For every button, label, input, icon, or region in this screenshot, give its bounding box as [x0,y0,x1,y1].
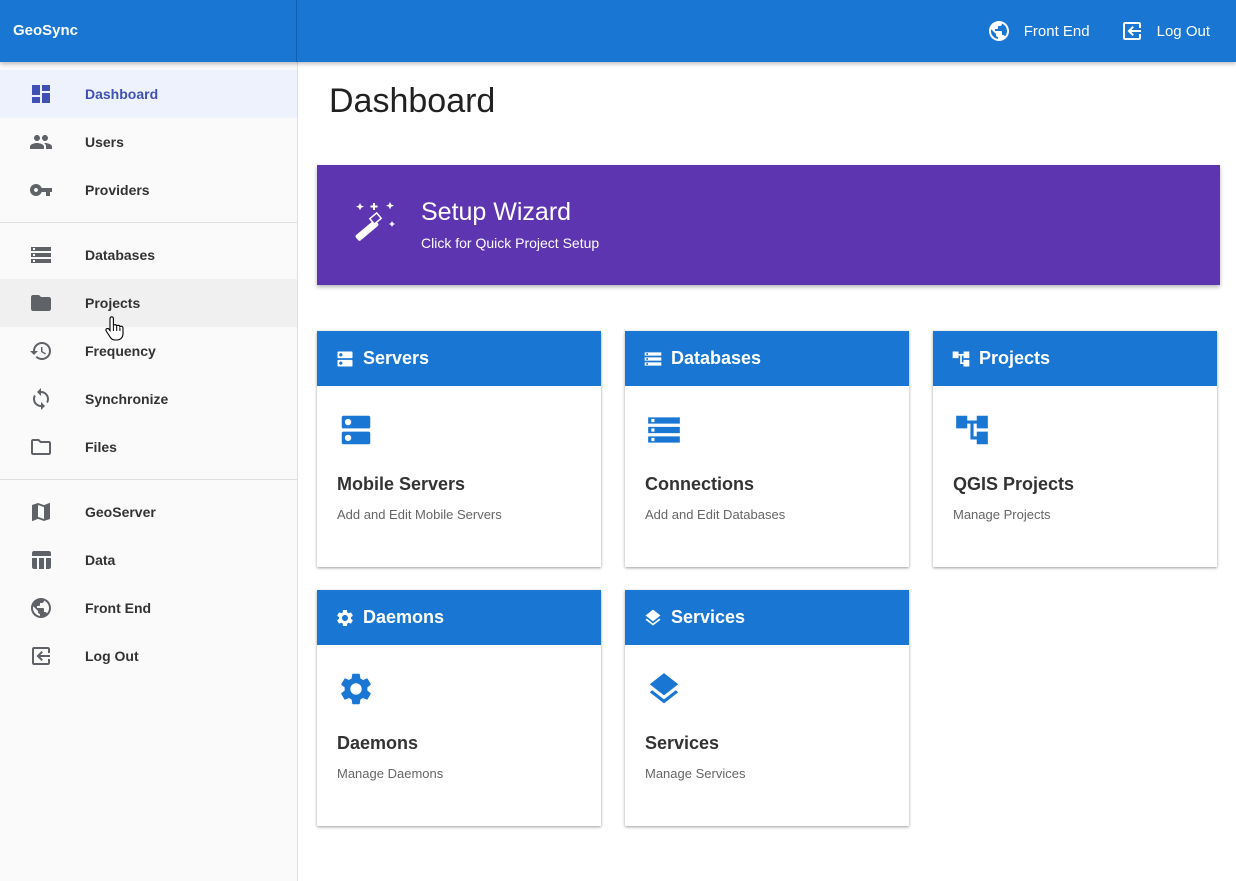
sidebar-item-frequency[interactable]: Frequency [0,327,297,375]
card-header-title: Services [671,607,746,627]
sidebar: Dashboard Users Providers Databases Proj… [0,62,298,881]
servers-card[interactable]: Servers Mobile Servers Add and Edit Mobi… [317,331,601,567]
sidebar-item-label: Front End [85,600,152,616]
sidebar-item-label: Dashboard [85,86,159,102]
card-description: Add and Edit Mobile Servers [337,507,502,522]
sidebar-item-projects[interactable]: Projects [0,279,297,327]
hand-pointer-cursor-icon [105,316,124,341]
card-title: Mobile Servers [337,474,466,494]
card-description: Manage Daemons [337,766,444,781]
card-title: Daemons [337,733,419,753]
card-header: Projects [933,331,1217,386]
layers-icon [645,670,683,708]
gear-icon [337,670,375,708]
sync-icon [29,387,53,411]
front-end-label: Front End [1023,22,1090,40]
daemons-card[interactable]: Daemons Daemons Manage Daemons [317,590,601,826]
map-icon [29,500,53,524]
projects-card[interactable]: Projects QGIS Projects Manage Projects [933,331,1217,567]
card-description: Manage Projects [953,507,1051,522]
card-description: Manage Services [645,766,746,781]
front-end-button[interactable]: Front End [987,19,1090,43]
gear-icon [335,608,355,628]
top-app-bar: GeoSync Front End Log Out [0,0,1236,62]
card-header: Databases [625,331,909,386]
project-tree-icon [953,411,991,449]
card-title: Services [645,733,720,753]
top-actions: Front End Log Out [957,0,1210,62]
sidebar-item-synchronize[interactable]: Synchronize [0,375,297,423]
sidebar-item-data[interactable]: Data [0,536,297,584]
project-tree-icon [951,349,971,369]
database-list-icon [29,243,53,267]
card-header: Servers [317,331,601,386]
card-header-title: Daemons [363,607,445,627]
users-icon [29,130,53,154]
card-description: Add and Edit Databases [645,507,786,522]
magic-wand-icon [350,199,396,245]
server-icon [335,349,355,369]
card-header-title: Databases [671,348,762,368]
sidebar-item-label: GeoServer [85,504,156,520]
services-card[interactable]: Services Services Manage Services [625,590,909,826]
logout-icon [1120,19,1144,43]
sidebar-item-label: Frequency [85,343,156,359]
sidebar-item-label: Files [85,439,117,455]
sidebar-item-label: Log Out [85,648,139,664]
globe-icon [29,596,53,620]
sidebar-item-label: Users [85,134,124,150]
sidebar-item-label: Databases [85,247,156,263]
brand-title[interactable]: GeoSync [0,0,297,62]
sidebar-item-label: Projects [85,295,141,311]
sidebar-item-log-out[interactable]: Log Out [0,632,297,680]
main-content: Dashboard Setup Wizard Click for Quick P… [298,62,1236,881]
card-header: Services [625,590,909,645]
sidebar-item-label: Synchronize [85,391,169,407]
setup-wizard-banner[interactable]: Setup Wizard Click for Quick Project Set… [317,165,1220,285]
key-icon [29,178,53,202]
wizard-title: Setup Wizard [421,198,572,226]
log-out-label: Log Out [1156,22,1210,40]
nav-group-data: Databases Projects Frequency Synchronize… [0,223,297,480]
logout-icon [29,644,53,668]
sidebar-item-geoserver[interactable]: GeoServer [0,488,297,536]
database-list-icon [645,411,683,449]
databases-card[interactable]: Databases Connections Add and Edit Datab… [625,331,909,567]
database-list-icon [643,349,663,369]
folder-icon [29,291,53,315]
card-header: Daemons [317,590,601,645]
sidebar-item-label: Data [85,552,116,568]
server-icon [337,411,375,449]
nav-group-other: GeoServer Data Front End Log Out [0,480,297,688]
card-title: QGIS Projects [953,474,1075,494]
sidebar-item-dashboard[interactable]: Dashboard [0,70,297,118]
sidebar-item-files[interactable]: Files [0,423,297,471]
nav-group-main: Dashboard Users Providers [0,62,297,223]
table-icon [29,548,53,572]
card-title: Connections [645,474,755,494]
sidebar-item-label: Providers [85,182,150,198]
dashboard-icon [29,82,53,106]
card-header-title: Projects [979,348,1051,368]
sidebar-item-databases[interactable]: Databases [0,231,297,279]
history-icon [29,339,53,363]
folder-open-icon [29,435,53,459]
wizard-subtitle: Click for Quick Project Setup [421,235,600,251]
card-header-title: Servers [363,348,430,368]
log-out-button[interactable]: Log Out [1120,19,1210,43]
globe-icon [987,19,1011,43]
sidebar-item-providers[interactable]: Providers [0,166,297,214]
sidebar-item-users[interactable]: Users [0,118,297,166]
sidebar-item-front-end[interactable]: Front End [0,584,297,632]
page-title: Dashboard [329,82,496,120]
layers-icon [643,608,663,628]
